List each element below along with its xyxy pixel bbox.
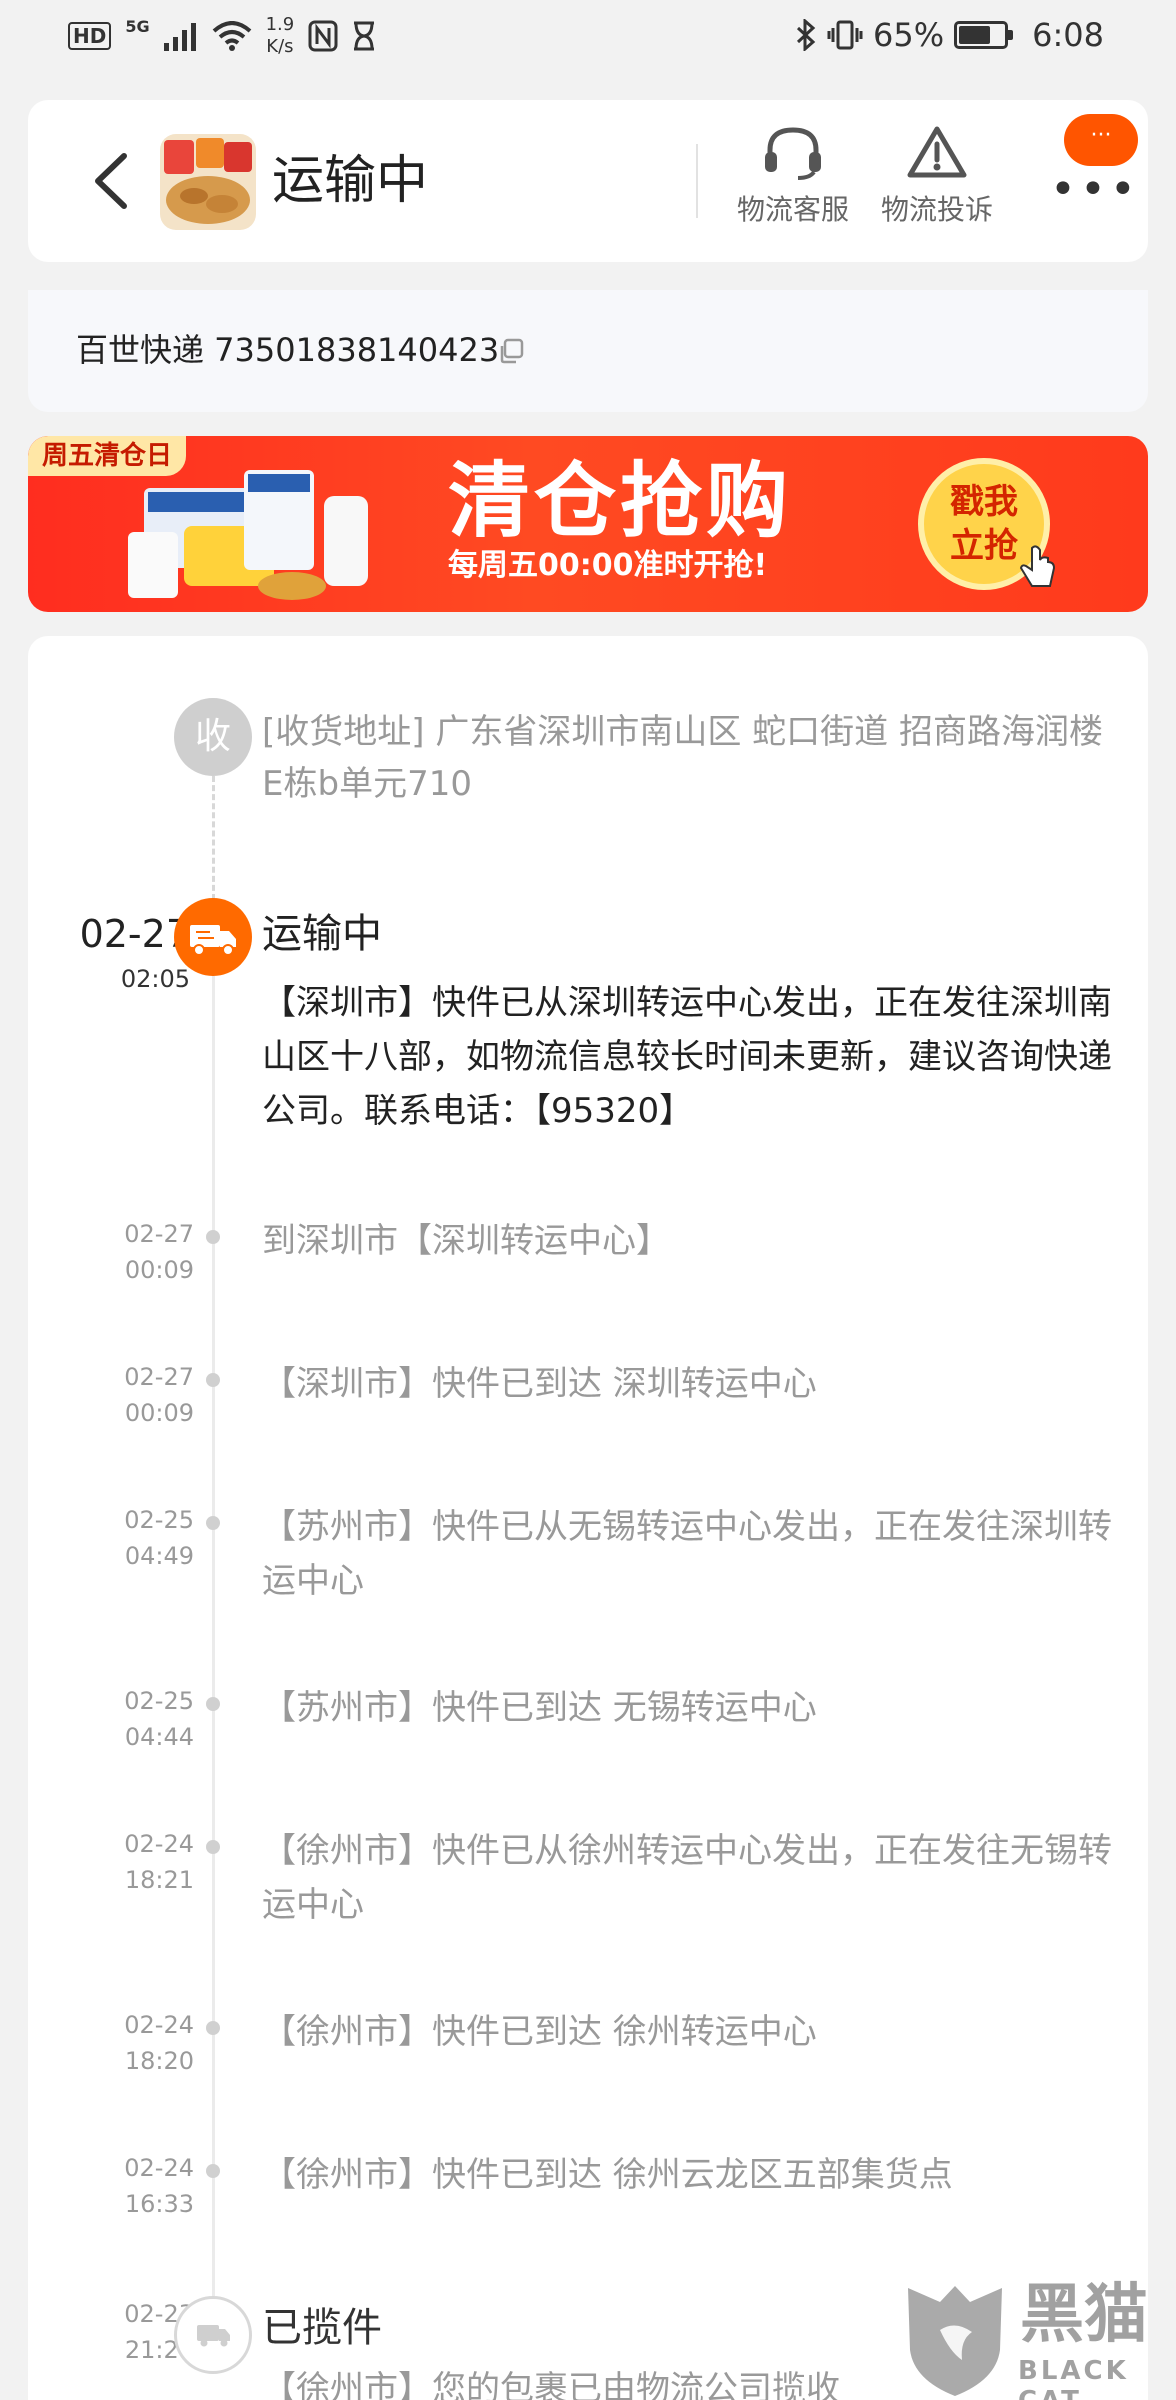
logistics-timeline: 收 [收货地址] 广东省深圳市南山区 蛇口街道 招商路海润楼E栋b单元710 0…: [28, 636, 1148, 2400]
banner-subtitle: 每周五00:00准时开抢!: [448, 548, 768, 583]
page-title: 运输中: [272, 151, 429, 211]
cat-shield-icon: [908, 2286, 1002, 2396]
event-text: 【苏州市】快件已到达 无锡转运中心: [262, 1688, 817, 1728]
network-type: 5G: [125, 16, 150, 36]
pickup-description: 【徐州市】您的包裹已由物流公司揽收: [262, 2369, 840, 2400]
product-thumbnail[interactable]: [160, 134, 256, 230]
status-bar: HD 5G 1.9 K/s 65% 6:08: [0, 0, 1176, 72]
banner-title: 清仓抢购: [448, 454, 793, 549]
complaint-button[interactable]: 物流投诉: [872, 124, 1002, 228]
watermark-logo: 黑猫 BLACK CAT: [900, 2280, 1176, 2400]
nfc-icon: [308, 20, 338, 52]
current-description: 【深圳市】快件已从深圳转运中心发出，正在发往深圳南山区十八部，如物流信息较长时间…: [262, 983, 1112, 1131]
watermark-subtext: BLACK CAT: [1018, 2356, 1129, 2400]
address-badge: 收: [174, 698, 252, 776]
bluetooth-icon: [796, 19, 816, 51]
event-text: 【徐州市】快件已到达 徐州云龙区五部集货点: [262, 2155, 953, 2195]
copy-icon[interactable]: [498, 338, 524, 364]
signal-icon: [163, 23, 196, 51]
wifi-icon: [212, 21, 251, 51]
more-menu-icon[interactable]: •••: [1050, 168, 1140, 212]
header-card: 运输中 物流客服 物流投诉 ••• ···: [28, 100, 1148, 262]
clock: 6:08: [1032, 16, 1104, 54]
battery-percent: 65%: [873, 16, 945, 54]
event-text: 【深圳市】快件已到达 深圳转运中心: [262, 1364, 817, 1404]
event-dot: [206, 1373, 220, 1387]
event-datetime: 02-25 04:44: [124, 1687, 194, 1751]
event-dot: [206, 1840, 220, 1854]
banner-cta-line1: 戳我: [950, 482, 1018, 522]
event-text: 【苏州市】快件已从无锡转运中心发出，正在发往深圳转运中心: [262, 1507, 1112, 1601]
event-text: 【徐州市】快件已从徐州转运中心发出，正在发往无锡转运中心: [262, 1831, 1112, 1925]
event-datetime: 02-24 18:21: [124, 1830, 194, 1894]
pointer-hand-icon: [1019, 545, 1056, 587]
event-dot: [206, 1230, 220, 1244]
battery-icon: [954, 21, 1014, 49]
current-time: 02:05: [120, 965, 190, 993]
banner-products-image: [128, 470, 368, 600]
event-datetime: 02-27 00:09: [124, 1363, 194, 1427]
event-text: 【徐州市】快件已到达 徐州转运中心: [262, 2012, 817, 2052]
speed-unit: K/s: [266, 36, 294, 57]
timeline-connector: [212, 776, 215, 900]
hourglass-icon: [354, 21, 375, 51]
timeline-line: [212, 976, 215, 2296]
headset-icon: [765, 127, 821, 180]
complaint-label: 物流投诉: [880, 193, 993, 226]
promo-banner[interactable]: 周五清仓日 清仓抢购 每周五00:00准时开抢! 戳我 立抢: [28, 436, 1148, 612]
warning-icon: [907, 126, 967, 178]
vibrate-icon: [827, 20, 863, 50]
current-date: 02-27: [79, 912, 190, 956]
event-dot: [206, 1516, 220, 1530]
delivery-address: [收货地址] 广东省深圳市南山区 蛇口街道 招商路海润楼E栋b单元710: [262, 712, 1103, 804]
customer-service-button[interactable]: 物流客服: [728, 124, 858, 228]
network-speed: 1.9 K/s: [266, 14, 295, 58]
tracking-number: 百世快递 73501838140423: [76, 331, 500, 369]
current-status: 运输中: [262, 911, 382, 957]
pickup-icon: [174, 2296, 252, 2374]
event-dot: [206, 2164, 220, 2178]
watermark-text: 黑猫: [1020, 2278, 1148, 2352]
event-datetime: 02-24 18:20: [124, 2011, 194, 2075]
event-dot: [206, 1697, 220, 1711]
pickup-status: 已揽件: [262, 2305, 382, 2351]
event-datetime: 02-24 16:33: [124, 2154, 194, 2218]
truck-icon: [174, 898, 252, 976]
event-dot: [206, 2021, 220, 2035]
event-datetime: 02-25 04:49: [124, 1506, 194, 1570]
customer-service-label: 物流客服: [736, 193, 849, 226]
hd-indicator: HD: [68, 22, 112, 50]
event-datetime: 02-27 00:09: [124, 1220, 194, 1284]
message-badge[interactable]: ···: [1064, 114, 1138, 166]
back-arrow-icon[interactable]: [88, 150, 136, 212]
event-text: 到深圳市【深圳转运中心】: [262, 1221, 670, 1261]
tracking-card: 百世快递 73501838140423: [28, 290, 1148, 412]
header-divider: [696, 144, 698, 218]
speed-value: 1.9: [265, 14, 295, 35]
